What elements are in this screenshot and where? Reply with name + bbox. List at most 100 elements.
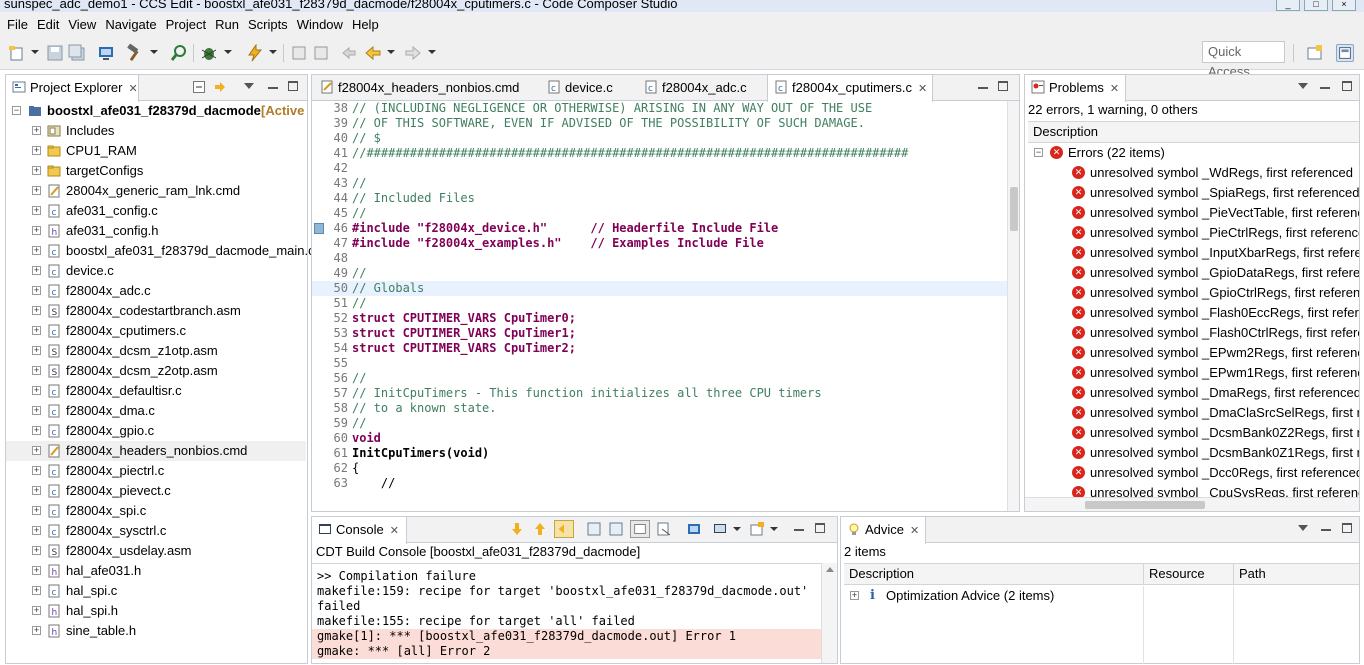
expand-toggle[interactable]: + [32,626,41,635]
tree-item[interactable]: + Sf28004x_dcsm_z2otp.asm [6,361,306,381]
minimize-view-icon[interactable] [268,87,278,89]
close-icon[interactable]: ✕ [910,518,919,544]
new-icon[interactable] [8,44,26,62]
expand-toggle[interactable]: + [32,526,41,535]
menu-navigate[interactable]: Navigate [102,17,162,32]
next-annotation-icon[interactable] [290,44,308,62]
expand-toggle[interactable]: + [32,206,41,215]
back-arrow-icon[interactable] [364,44,382,62]
scroll-lock-icon[interactable] [586,521,602,537]
expand-toggle[interactable]: + [32,166,41,175]
quick-access-input[interactable]: Quick Access [1202,41,1285,79]
tree-item[interactable]: + c f28004x_pievect.c [6,481,306,501]
close-icon[interactable]: ✕ [390,518,399,544]
display-console-dropdown[interactable] [733,527,741,531]
tree-item[interactable]: + c f28004x_cputimers.c [6,321,306,341]
expand-toggle[interactable]: + [32,446,41,455]
menu-file[interactable]: File [4,17,34,32]
tree-item[interactable]: +28004x_generic_ram_lnk.cmd [6,181,306,201]
tab-f28004x-headers-nonbios-cmd[interactable]: f28004x_headers_nonbios.cmd [314,75,522,101]
menu-help[interactable]: Help [349,17,385,32]
tab-problems[interactable]: Problems ✕ [1024,75,1126,102]
tree-item[interactable]: + Includes [6,121,306,141]
problem-row[interactable]: ✕ unresolved symbol _PieCtrlRegs, first r… [1028,223,1359,243]
advice-column-path[interactable]: Path [1234,564,1360,584]
forward-arrow-icon[interactable] [404,44,422,62]
expand-toggle[interactable]: + [32,266,41,275]
new-console-dropdown[interactable] [770,527,778,531]
tree-item[interactable]: + c afe031_config.c [6,201,306,221]
expand-toggle[interactable]: + [32,406,41,415]
prev-annotation-icon[interactable] [312,44,330,62]
errors-group-row[interactable]: − ✕ Errors (22 items) [1028,143,1359,163]
flash-icon[interactable] [246,44,264,62]
tab-f28004x-cputimers-c[interactable]: c f28004x_cputimers.c ✕ [767,75,933,102]
menu-edit[interactable]: Edit [34,17,65,32]
clear-console-icon[interactable] [656,521,672,537]
tree-item[interactable]: + CPU1_RAM [6,141,306,161]
expand-toggle[interactable]: + [32,586,41,595]
problem-row[interactable]: ✕ unresolved symbol _WdRegs, first refere… [1028,163,1359,183]
prev-error-icon[interactable] [532,521,548,537]
scrollbar-thumb[interactable] [1085,501,1205,509]
expand-toggle[interactable]: + [850,591,859,600]
tree-item[interactable]: + f28004x_headers_nonbios.cmd [6,441,306,461]
problem-row[interactable]: ✕ unresolved symbol _Dcc0Regs, first refe… [1028,463,1359,483]
tab-console[interactable]: Console ✕ [311,517,407,544]
tree-item[interactable]: + c f28004x_sysctrl.c [6,521,306,541]
menu-project[interactable]: Project [163,17,212,32]
project-root-row[interactable]: − boostxl_afe031_f28379d_dacmode [Active [6,101,306,121]
tree-item[interactable]: + c f28004x_defaultisr.c [6,381,306,401]
cc-edit-perspective-icon[interactable] [1336,44,1354,62]
expand-toggle[interactable]: + [32,186,41,195]
last-edit-icon[interactable] [340,44,358,62]
advice-column-description[interactable]: Description [844,564,1144,584]
debug-view-icon[interactable] [97,44,115,62]
advice-row[interactable]: + i Optimization Advice (2 items) [844,586,1359,606]
problem-row[interactable]: ✕ unresolved symbol _Flash0CtrlRegs, firs… [1028,323,1359,343]
new-console-icon[interactable] [749,521,765,537]
build-hammer-icon[interactable] [125,44,143,62]
advice-column-resource[interactable]: Resource [1144,564,1234,584]
editor-scrollbar[interactable] [1007,101,1019,511]
tab-device-c[interactable]: c device.c [541,75,627,101]
tree-item[interactable]: + c boostxl_afe031_f28379d_dacmode_main.c [6,241,315,261]
menu-scripts[interactable]: Scripts [245,17,294,32]
tree-item[interactable]: + c f28004x_gpio.c [6,421,306,441]
view-menu-icon[interactable] [244,83,254,89]
view-menu-icon[interactable] [1298,525,1308,531]
save-all-icon[interactable] [68,44,86,62]
tree-item[interactable]: + c hal_spi.c [6,581,306,601]
collapse-toggle[interactable]: − [12,106,21,115]
scroll-up-icon[interactable] [826,567,834,572]
collapse-all-icon[interactable] [193,81,205,93]
expand-toggle[interactable]: + [32,246,41,255]
expand-toggle[interactable]: + [32,226,41,235]
tree-item[interactable]: + Sf28004x_usdelay.asm [6,541,306,561]
problem-row[interactable]: ✕ unresolved symbol _GpioDataRegs, first … [1028,263,1359,283]
tree-item[interactable]: + h afe031_config.h [6,221,306,241]
expand-toggle[interactable]: + [32,346,41,355]
tree-item[interactable]: + Sf28004x_dcsm_z1otp.asm [6,341,306,361]
console-scrollbar[interactable] [821,563,837,663]
display-console-icon[interactable] [712,521,728,537]
minimize-button[interactable]: _ [1276,0,1300,11]
open-console-icon[interactable] [686,521,702,537]
expand-toggle[interactable]: + [32,306,41,315]
tree-item[interactable]: + h hal_spi.h [6,601,306,621]
problems-hscrollbar[interactable] [1025,497,1359,511]
problem-row[interactable]: ✕ unresolved symbol _PieVectTable, first … [1028,203,1359,223]
problem-row[interactable]: ✕ unresolved symbol _DcsmBank0Z1Regs, fir… [1028,443,1359,463]
tree-item[interactable]: + c device.c [6,261,306,281]
tab-advice[interactable]: Advice ✕ [840,517,926,544]
debug-bug-icon[interactable] [200,44,218,62]
expand-toggle[interactable]: + [32,366,41,375]
menu-run[interactable]: Run [212,17,245,32]
problem-row[interactable]: ✕ unresolved symbol _GpioCtrlRegs, first … [1028,283,1359,303]
problem-row[interactable]: ✕ unresolved symbol _DmaRegs, first refer… [1028,383,1359,403]
maximize-view-icon[interactable] [1342,523,1352,533]
expand-toggle[interactable]: + [32,286,41,295]
expand-toggle[interactable]: + [32,506,41,515]
maximize-button[interactable]: □ [1304,0,1328,11]
expand-toggle[interactable]: + [32,606,41,615]
